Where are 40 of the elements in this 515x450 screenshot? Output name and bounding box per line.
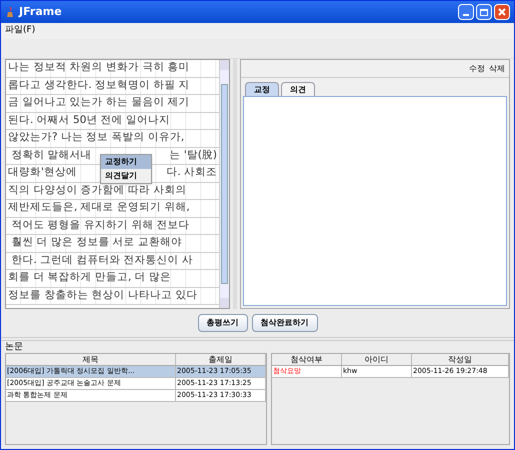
tab[interactable]: 교정: [245, 82, 279, 96]
manuscript-line: 금 일어나고 있는가 하는 물음이 제기: [8, 95, 190, 110]
menu-item[interactable]: 교정하기: [101, 155, 151, 169]
minimize-button[interactable]: [458, 4, 474, 20]
manuscript-line: 않았는가? 나는 정보 폭발의 이유가,: [8, 130, 184, 146]
manuscript-line: 회를 더 복잡하게 만들고, 더 많은: [8, 270, 172, 286]
manuscript-line: 된다. 어째서 50년 전에 일어나지: [8, 112, 170, 128]
app-icon: [5, 6, 15, 18]
manuscript-line: 나는 정보적 차원의 변화가 극히 흥미: [8, 60, 190, 76]
manuscript-line: 롭다고 생각한다. 정보혁명이 하필 지: [8, 78, 190, 93]
manuscript-line: 한다. 그런데 컴퓨터와 전자통신이 사: [10, 252, 194, 268]
button[interactable]: 첨삭완료하기: [252, 314, 318, 332]
manuscript-line: 정보를 창출하는 현상이 나타나고 있다: [8, 288, 198, 303]
manuscript-line: 대량화'현상에: [8, 165, 77, 180]
scrollbar[interactable]: [219, 60, 229, 308]
column-header[interactable]: 출제일: [176, 354, 266, 365]
column-header[interactable]: 첨삭여부: [272, 354, 342, 365]
column-header[interactable]: 아이디: [342, 354, 412, 365]
menu-item[interactable]: 파일(F): [5, 24, 36, 38]
manuscript-line: 는 '탈(脫): [170, 148, 217, 163]
maximize-button[interactable]: [476, 4, 492, 20]
group-title: 논문: [5, 341, 24, 353]
manuscript-line: 훨씬 더 많은 정보를 서로 교환해야: [10, 235, 182, 250]
close-icon: [498, 8, 506, 16]
menu-item[interactable]: 의견달기: [101, 169, 151, 183]
manuscript-line: 제반제도들은, 제대로 운영되기 위해,: [8, 200, 190, 216]
tab[interactable]: 의견: [281, 82, 315, 96]
window-title: JFrame: [19, 4, 62, 20]
manuscript-line: 적어도 평형을 유지하기 위해 전보다: [10, 218, 190, 233]
minimize-icon: [463, 14, 469, 16]
maximize-icon: [480, 8, 488, 16]
manuscript-line: 다. 사회조: [166, 165, 217, 180]
link[interactable]: 삭제: [489, 62, 505, 74]
column-header[interactable]: 작성일: [412, 354, 509, 365]
manuscript-line: 직의 다양성이 증가함에 따라 사회의: [8, 182, 186, 198]
link[interactable]: 수정: [469, 62, 485, 74]
column-header[interactable]: 제목: [6, 354, 176, 365]
manuscript-line: 정확히 말해서내: [10, 148, 92, 163]
button[interactable]: 총평쓰기: [198, 314, 248, 332]
close-button[interactable]: [494, 4, 510, 20]
